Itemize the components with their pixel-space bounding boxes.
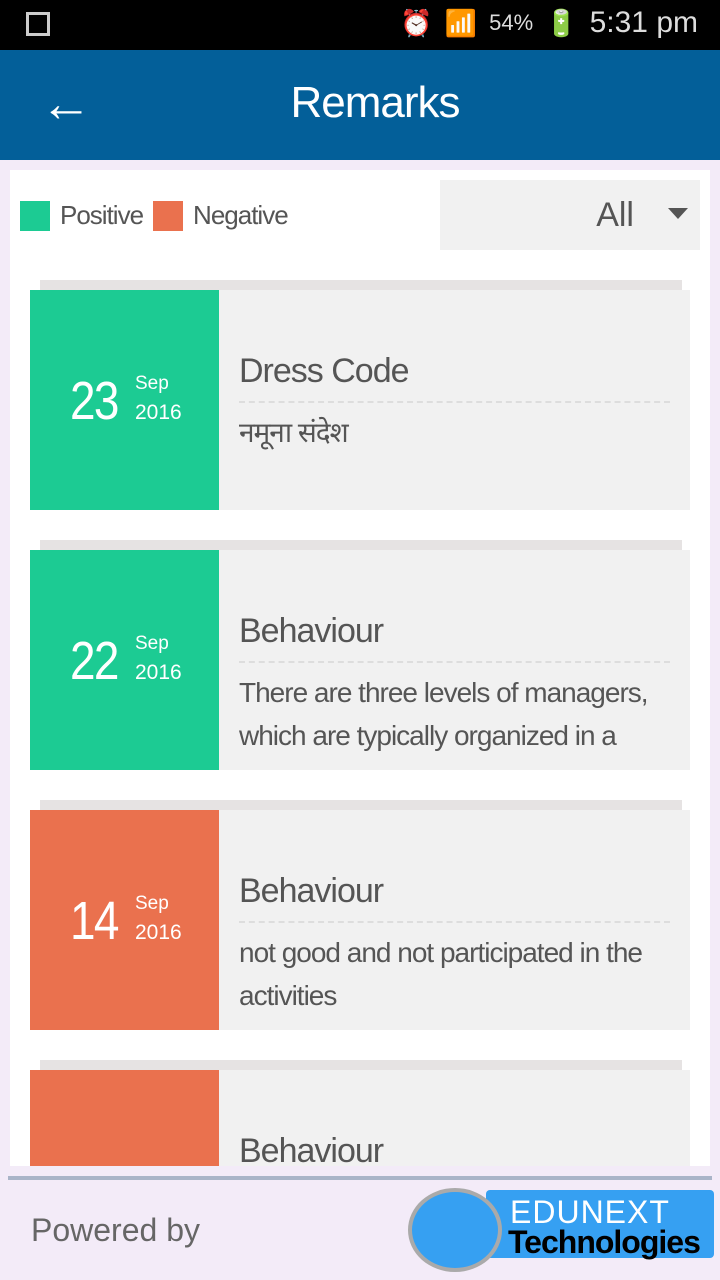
day: 22	[70, 631, 119, 691]
divider	[8, 1176, 712, 1180]
legend-negative: Negative	[193, 200, 289, 230]
remark-title: Dress Code	[239, 352, 670, 403]
remark-card[interactable]: 14 Sep 2016 Behaviour not good and not pa…	[30, 800, 690, 1030]
day: 14	[70, 891, 119, 951]
filter-value: All	[596, 196, 634, 234]
alarm-icon: ⏰	[400, 7, 433, 38]
powered-by: Powered by	[31, 1212, 200, 1248]
date-block	[30, 1070, 219, 1166]
remark-title: Behaviour	[239, 1132, 670, 1166]
remark-card[interactable]: 22 Sep 2016 Behaviour There are three lev…	[30, 540, 690, 770]
remark-message: नमूना संदेश	[239, 417, 349, 448]
legend: Positive Negative	[20, 200, 298, 231]
year: 2016	[135, 661, 182, 684]
gallery-icon	[26, 12, 50, 36]
remark-message: not good and not participated in the act…	[239, 937, 643, 1011]
battery-percent: 54%	[489, 10, 534, 35]
page-title: Remarks	[290, 78, 460, 127]
remark-card[interactable]: Behaviour	[30, 1060, 690, 1166]
book-icon	[408, 1188, 502, 1272]
remarks-panel: Positive Negative All 23 Sep 2016 Dress …	[10, 170, 710, 1166]
legend-positive: Positive	[60, 200, 144, 230]
year: 2016	[135, 921, 182, 944]
date-block: 14 Sep 2016	[30, 810, 219, 1030]
month: Sep	[135, 893, 169, 914]
date-block: 22 Sep 2016	[30, 550, 219, 770]
wifi-icon: 📶	[444, 7, 478, 38]
remark-title: Behaviour	[239, 872, 670, 923]
clock: 5:31 pm	[589, 6, 698, 39]
remark-card[interactable]: 23 Sep 2016 Dress Code नमूना संदेश	[30, 280, 690, 510]
remark-title: Behaviour	[239, 612, 670, 663]
positive-swatch	[20, 200, 50, 231]
month: Sep	[135, 633, 169, 654]
remark-message: There are three levels of managers, whic…	[239, 677, 649, 751]
month: Sep	[135, 373, 169, 394]
status-bar: ⏰ 📶 54% 🔋 5:31 pm	[0, 0, 720, 50]
chevron-down-icon	[668, 208, 688, 219]
edunext-logo: EDUNEXT Technologies	[406, 1188, 716, 1272]
negative-swatch	[153, 200, 184, 231]
day: 23	[70, 371, 119, 431]
year: 2016	[135, 401, 182, 424]
app-bar: ← Remarks	[0, 50, 720, 160]
battery-charging-icon: 🔋	[545, 7, 578, 38]
filter-dropdown[interactable]: All	[440, 180, 700, 250]
date-block: 23 Sep 2016	[30, 290, 219, 510]
logo-line2: Technologies	[508, 1224, 701, 1260]
